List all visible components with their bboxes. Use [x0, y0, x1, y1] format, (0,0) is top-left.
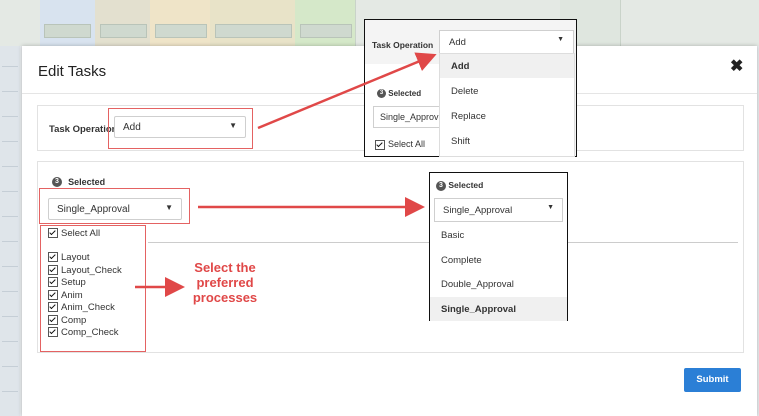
- callout-task-operation-options: Add Delete Replace Shift: [439, 53, 575, 157]
- submit-button[interactable]: Submit: [684, 368, 741, 392]
- operation-option-label: Add: [451, 61, 470, 72]
- callout-task-operation-select[interactable]: Add ▼: [439, 30, 574, 54]
- template-option-label: Single_Approval: [441, 303, 516, 315]
- operation-option-label: Delete: [451, 86, 479, 97]
- callout-task-operation-value: Add: [449, 37, 466, 48]
- selected-count-badge: 3: [377, 89, 386, 99]
- background-column: [95, 0, 151, 46]
- template-callout: 3 Selected Single_Approval ▼ Basic Comple…: [429, 172, 568, 321]
- annotation-line: preferred: [196, 275, 254, 290]
- background-cell: [100, 24, 147, 38]
- background-column: [210, 0, 296, 46]
- operation-option[interactable]: Add: [440, 54, 574, 78]
- callout-partial-selected: 3 Selected: [377, 89, 422, 99]
- background-cell: [44, 24, 91, 38]
- background-column: [150, 0, 211, 46]
- background-column: [295, 0, 356, 46]
- selected-header: 3 Selected: [52, 176, 105, 188]
- operation-option[interactable]: Replace: [440, 104, 574, 128]
- processes-highlight: [40, 225, 146, 352]
- template-highlight: [39, 188, 190, 224]
- template-option[interactable]: Double_Approval: [430, 272, 567, 296]
- background-cell: [155, 24, 207, 38]
- checkbox-icon: [375, 139, 385, 150]
- modal-title: Edit Tasks: [38, 63, 107, 80]
- callout-partial-select-all: Select All: [375, 139, 425, 150]
- selected-label: Selected: [68, 177, 106, 187]
- selected-label: Selected: [388, 89, 422, 98]
- callout-task-operation-label: Task Operation: [372, 40, 434, 50]
- callout-partial-template-value: Single_Approv: [380, 112, 439, 122]
- operation-option-label: Replace: [451, 111, 486, 122]
- template-option-label: Basic: [441, 230, 465, 241]
- operation-option-label: Shift: [451, 136, 471, 147]
- instruction-annotation: Select the preferred processes: [180, 260, 270, 305]
- caret-down-icon: ▼: [547, 204, 554, 211]
- background-sidebar: [0, 46, 20, 416]
- close-icon[interactable]: ✖: [730, 56, 743, 76]
- template-option-label: Complete: [441, 254, 482, 266]
- selected-count-badge: 3: [52, 177, 62, 188]
- operation-option[interactable]: Shift: [440, 129, 574, 153]
- background-column: [40, 0, 96, 46]
- callout-partial-panel: 3 Selected Single_Approv Select All: [365, 64, 445, 156]
- callout-partial-template-select: Single_Approv: [373, 106, 445, 128]
- callout-template-options: Basic Complete Double_Approval Single_Appro…: [430, 223, 567, 321]
- template-option-label: Double_Approval: [441, 279, 514, 290]
- task-operation-highlight: [108, 108, 253, 149]
- caret-down-icon: ▼: [557, 36, 564, 43]
- selected-label: Selected: [448, 180, 484, 190]
- select-all-label: Select All: [388, 139, 426, 149]
- callout-template-select[interactable]: Single_Approval ▼: [434, 198, 563, 222]
- operation-option[interactable]: Delete: [440, 79, 574, 103]
- callout-template-value: Single_Approval: [443, 205, 513, 216]
- callout-selected-header: 3 Selected: [436, 180, 483, 191]
- selected-count-badge: 3: [436, 180, 446, 191]
- template-option[interactable]: Complete: [430, 248, 567, 272]
- background-cell: [300, 24, 352, 38]
- template-option[interactable]: Single_Approval: [430, 296, 567, 321]
- annotation-line: processes: [192, 290, 258, 305]
- task-operation-callout: Task Operation Add ▼ 3 Selected Single_A…: [364, 19, 577, 157]
- template-option[interactable]: Basic: [430, 223, 567, 247]
- annotation-line: Select the: [194, 260, 256, 275]
- background-cell: [215, 24, 292, 38]
